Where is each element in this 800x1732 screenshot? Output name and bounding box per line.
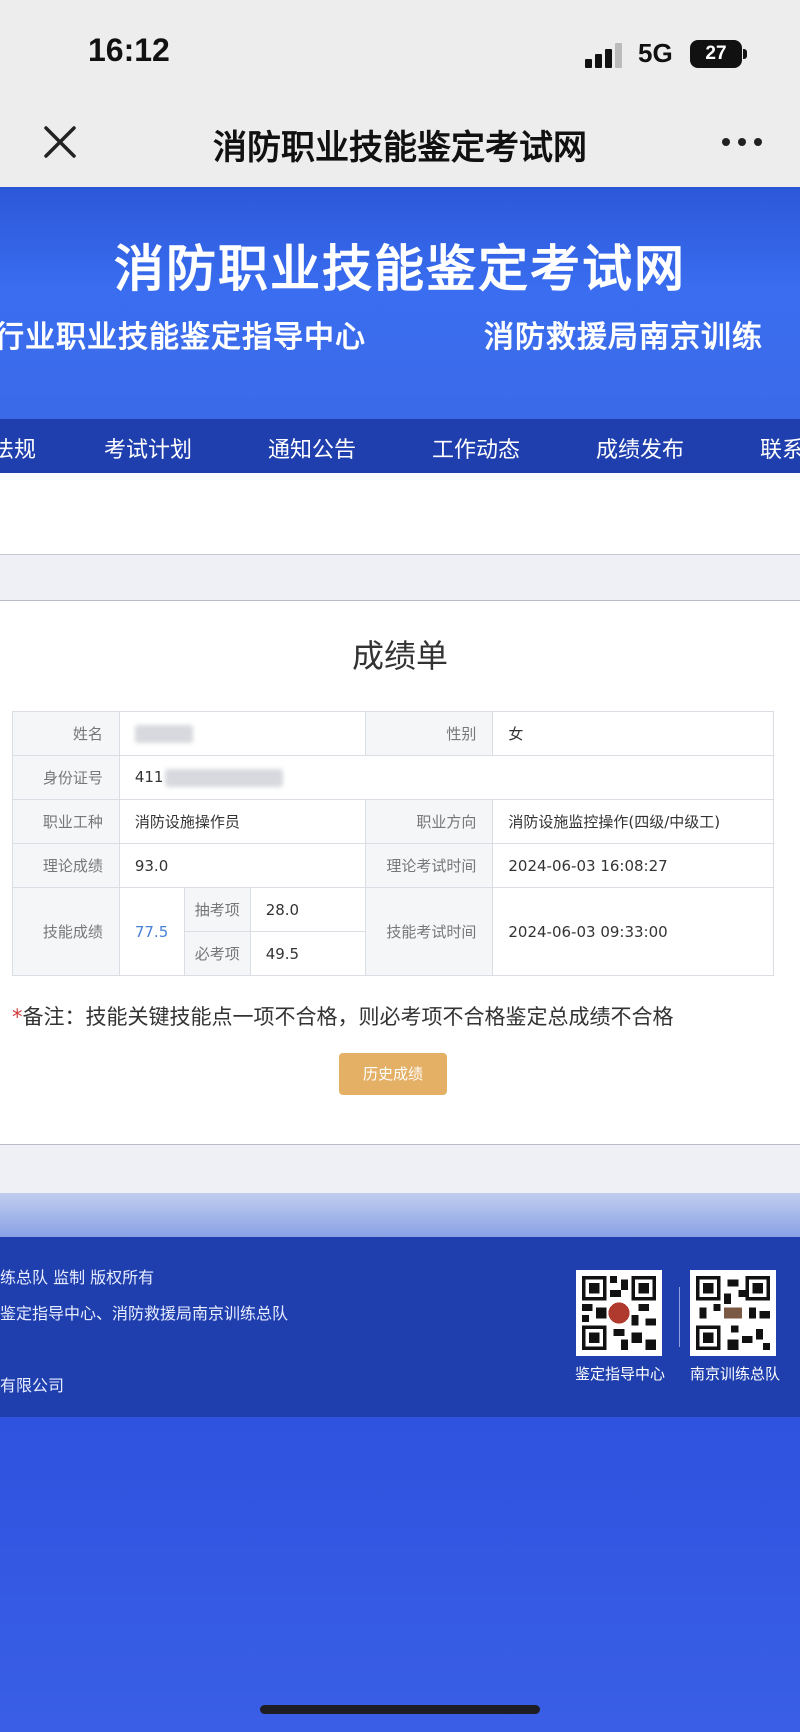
banner-subtitle-left: 行业职业技能鉴定指导中心 <box>0 320 366 355</box>
redacted-id <box>165 768 284 787</box>
redacted-name <box>134 724 193 743</box>
footer-company: 有限公司 <box>0 1376 65 1395</box>
job-direction-label: 职业方向 <box>364 799 494 844</box>
skill-time-value: 2024-06-03 09:33:00 <box>492 887 774 976</box>
name-label: 姓名 <box>12 711 120 756</box>
job-type-value: 消防设施操作员 <box>118 799 366 844</box>
qr-divider <box>679 1287 680 1347</box>
footer-copyright: 练总队 监制 版权所有 <box>0 1268 155 1287</box>
page-title: 消防职业技能鉴定考试网 <box>213 128 587 168</box>
job-direction-value: 消防设施监控操作(四级/中级工) <box>492 799 774 844</box>
qr-label-guidance-center: 鉴定指导中心 <box>575 1365 666 1383</box>
required-label: 必考项 <box>183 931 251 976</box>
content-header-area <box>0 473 800 555</box>
theory-time-label: 理论考试时间 <box>364 843 494 888</box>
page-background <box>0 1417 800 1732</box>
network-type: 5G <box>638 38 673 68</box>
status-bar: 16:12 5G 27 <box>0 0 800 100</box>
table-row: 身份证号 411 <box>12 755 775 800</box>
table-row: 技能成绩 77.5 抽考项 28.0 技能考试时间 2024-06-03 09:… <box>12 887 774 976</box>
title-bar: 消防职业技能鉴定考试网 <box>0 100 800 187</box>
gender-label: 性别 <box>364 711 494 756</box>
theory-score-value: 93.0 <box>118 843 366 888</box>
required-star: * <box>12 1005 23 1029</box>
main-content: 成绩单 姓名 性别 女 身份证号 411 职业工种 消防设施操作员 职业方向 消… <box>0 473 800 1193</box>
skill-score-label: 技能成绩 <box>12 887 120 976</box>
skill-time-label: 技能考试时间 <box>364 887 494 976</box>
banner-title: 消防职业技能鉴定考试网 <box>114 240 686 298</box>
battery-icon: 27 <box>690 40 742 68</box>
remark-note: *备注：技能关键技能点一项不合格，则必考项不合格鉴定总成绩不合格 <box>12 1001 674 1031</box>
nav-item-contact[interactable]: 联系 <box>760 432 800 464</box>
table-row: 理论成绩 93.0 理论考试时间 2024-06-03 16:08:27 <box>12 843 774 888</box>
qr-label-nanjing-team: 南京训练总队 <box>690 1365 781 1383</box>
remark-text: 备注：技能关键技能点一项不合格，则必考项不合格鉴定总成绩不合格 <box>22 1005 674 1029</box>
name-value <box>118 711 366 756</box>
score-report-card: 成绩单 姓名 性别 女 身份证号 411 职业工种 消防设施操作员 职业方向 消… <box>0 600 800 1145</box>
table-row: 职业工种 消防设施操作员 职业方向 消防设施监控操作(四级/中级工) <box>12 799 774 844</box>
report-title: 成绩单 <box>351 637 448 675</box>
table-row: 姓名 性别 女 <box>12 711 774 756</box>
theory-time-value: 2024-06-03 16:08:27 <box>492 843 774 888</box>
status-time: 16:12 <box>88 32 170 68</box>
gender-value: 女 <box>492 711 774 756</box>
nav-item-notices[interactable]: 通知公告 <box>268 432 356 464</box>
id-value: 411 <box>118 755 775 800</box>
qr-code-icon[interactable] <box>690 1270 776 1356</box>
qr-code-icon[interactable] <box>576 1270 662 1356</box>
site-banner: 消防职业技能鉴定考试网 行业职业技能鉴定指导中心 消防救援局南京训练 <box>0 187 800 419</box>
id-visible-digits: 411 <box>134 768 164 787</box>
main-nav: 法规 考试计划 通知公告 工作动态 成绩发布 联系 <box>0 419 800 473</box>
more-icon[interactable] <box>722 138 764 148</box>
required-value: 49.5 <box>249 931 366 976</box>
site-footer: 练总队 监制 版权所有 鉴定指导中心、消防救援局南京训练总队 有限公司 鉴定指导… <box>0 1237 800 1417</box>
sampled-value: 28.0 <box>249 887 366 932</box>
sampled-label: 抽考项 <box>183 887 251 932</box>
battery-tip <box>743 49 747 59</box>
job-type-label: 职业工种 <box>12 799 120 844</box>
id-label: 身份证号 <box>12 755 120 800</box>
nav-item-exam-plan[interactable]: 考试计划 <box>104 432 192 464</box>
home-indicator[interactable] <box>260 1705 540 1714</box>
footer-divider-band <box>0 1193 800 1237</box>
nav-item-regulations[interactable]: 法规 <box>0 432 36 464</box>
score-table: 姓名 性别 女 身份证号 411 职业工种 消防设施操作员 职业方向 消防设施监… <box>12 711 775 976</box>
signal-icon <box>585 42 627 68</box>
skill-score-value: 77.5 <box>118 887 185 976</box>
history-scores-button[interactable]: 历史成绩 <box>339 1053 447 1095</box>
nav-item-results[interactable]: 成绩发布 <box>596 432 684 464</box>
footer-organizers: 鉴定指导中心、消防救援局南京训练总队 <box>0 1304 289 1323</box>
theory-score-label: 理论成绩 <box>12 843 120 888</box>
nav-item-news[interactable]: 工作动态 <box>432 432 520 464</box>
banner-subtitle-right: 消防救援局南京训练 <box>484 320 763 355</box>
